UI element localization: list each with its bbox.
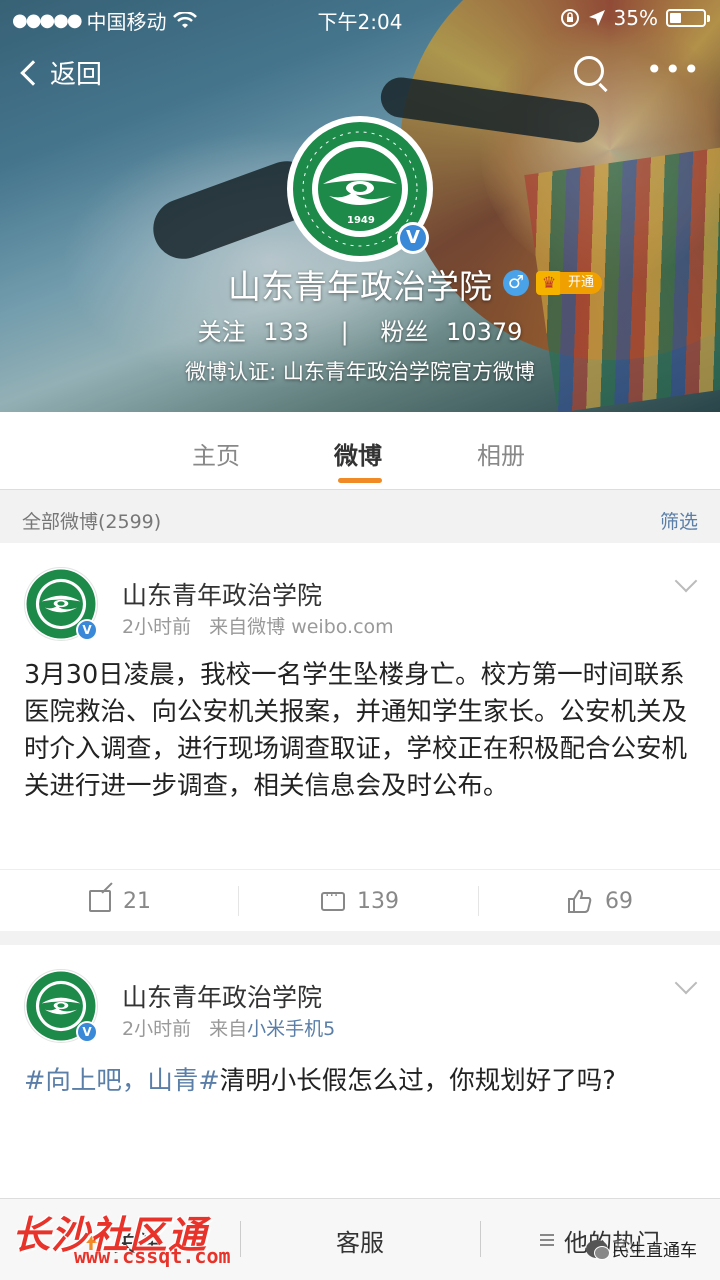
- repost-count: 21: [123, 888, 151, 914]
- post-author[interactable]: 山东青年政治学院: [122, 978, 322, 1014]
- comment-count: 139: [357, 888, 399, 914]
- verified-badge-icon: V: [397, 222, 429, 254]
- post-card: V 山东青年政治学院 2小时前 来自微博 weibo.com 3月30日凌晨，我…: [0, 543, 720, 931]
- wechat-watermark: 民生直通车: [586, 1236, 697, 1261]
- post-source-prefix: 来自: [209, 616, 248, 638]
- vip-label: 开通: [560, 272, 603, 294]
- post-actions: 21 139 69: [0, 869, 720, 931]
- profile-tabs: 主页 微博 相册: [0, 412, 720, 490]
- post-source-link[interactable]: 小米手机5: [247, 1018, 335, 1040]
- like-button[interactable]: 69: [480, 870, 720, 932]
- comment-button[interactable]: 139: [240, 870, 480, 932]
- action-divider: [238, 886, 239, 916]
- action-divider: [478, 886, 479, 916]
- chevron-left-icon: [20, 59, 46, 86]
- filter-row: 全部微博(2599) 筛选: [0, 491, 720, 543]
- male-gender-icon: ♂: [503, 270, 529, 296]
- tab-weibo[interactable]: 微博: [334, 436, 382, 471]
- crown-icon: ♛: [536, 271, 562, 295]
- post-text: 清明小长假怎么过，你规划好了吗?: [219, 1066, 616, 1096]
- profile-name: 山东青年政治学院: [228, 267, 492, 306]
- customer-service-button[interactable]: 客服: [240, 1199, 480, 1280]
- post-source-prefix: 来自: [209, 1018, 248, 1040]
- post-topic-link[interactable]: #向上吧，山青#: [24, 1066, 220, 1096]
- post-meta: 2小时前 来自小米手机5: [122, 1014, 335, 1041]
- tab-home[interactable]: 主页: [192, 436, 240, 471]
- all-posts-label: 全部微博(2599): [22, 511, 162, 533]
- back-label: 返回: [50, 60, 103, 90]
- vip-badge[interactable]: ♛ 开通: [536, 270, 603, 296]
- site-url-watermark: www.cssqt.com: [74, 1244, 231, 1268]
- post-source: 微博 weibo.com: [247, 616, 394, 638]
- post-content: #向上吧，山青#清明小长假怎么过，你规划好了吗?: [24, 1063, 696, 1100]
- wechat-account: 民生直通车: [612, 1241, 697, 1261]
- post-author[interactable]: 山东青年政治学院: [122, 576, 322, 612]
- repost-button[interactable]: 21: [0, 870, 240, 932]
- location-arrow-icon: [588, 10, 605, 26]
- tab-album[interactable]: 相册: [477, 436, 525, 471]
- followers-stat[interactable]: 粉丝 10379: [380, 318, 522, 346]
- verification-text: 微博认证: 山东青年政治学院官方微博: [185, 360, 535, 384]
- menu-icon: [540, 1234, 554, 1246]
- verified-badge-icon: V: [76, 1021, 98, 1043]
- post-meta: 2小时前 来自微博 weibo.com: [122, 612, 394, 639]
- following-count: 133: [263, 318, 310, 346]
- following-stat[interactable]: 关注 133: [198, 318, 317, 346]
- post-content: 3月30日凌晨，我校一名学生坠楼身亡。校方第一时间联系医院救治、向公安机关报案，…: [24, 660, 688, 801]
- battery-icon: [666, 9, 710, 27]
- like-count: 69: [605, 888, 633, 914]
- status-bar: ●●●●● 中国移动 下午2:04 35%: [0, 0, 720, 40]
- followers-label: 粉丝: [380, 318, 429, 346]
- filter-button[interactable]: 筛选: [660, 507, 698, 534]
- chevron-down-icon[interactable]: [674, 971, 698, 995]
- active-tab-indicator: [338, 478, 382, 483]
- profile-stats: 关注 133 | 粉丝 10379: [0, 312, 720, 347]
- status-right: 35%: [560, 6, 710, 30]
- comment-icon: [321, 888, 345, 911]
- more-icon[interactable]: •••: [646, 56, 702, 84]
- post-time: 2小时前: [122, 1018, 192, 1040]
- post-time: 2小时前: [122, 616, 192, 638]
- thumbs-up-icon: [568, 889, 592, 913]
- battery-fill: [670, 13, 681, 23]
- battery-percent: 35%: [613, 6, 658, 30]
- orientation-lock-icon: [560, 9, 579, 27]
- wechat-icon: [586, 1239, 610, 1260]
- post-card: V 山东青年政治学院 2小时前 来自小米手机5 #向上吧，山青#清明小长假怎么过…: [0, 945, 720, 1198]
- back-button[interactable]: 返回: [18, 54, 102, 91]
- service-label: 客服: [336, 1228, 384, 1257]
- logo-year: 1949: [347, 215, 375, 226]
- chevron-down-icon[interactable]: [674, 569, 698, 593]
- followers-count: 10379: [446, 318, 523, 346]
- share-icon: [89, 890, 111, 912]
- following-label: 关注: [197, 318, 246, 346]
- stats-separator: |: [340, 318, 349, 346]
- search-icon[interactable]: [574, 56, 604, 86]
- verified-badge-icon: V: [76, 619, 98, 641]
